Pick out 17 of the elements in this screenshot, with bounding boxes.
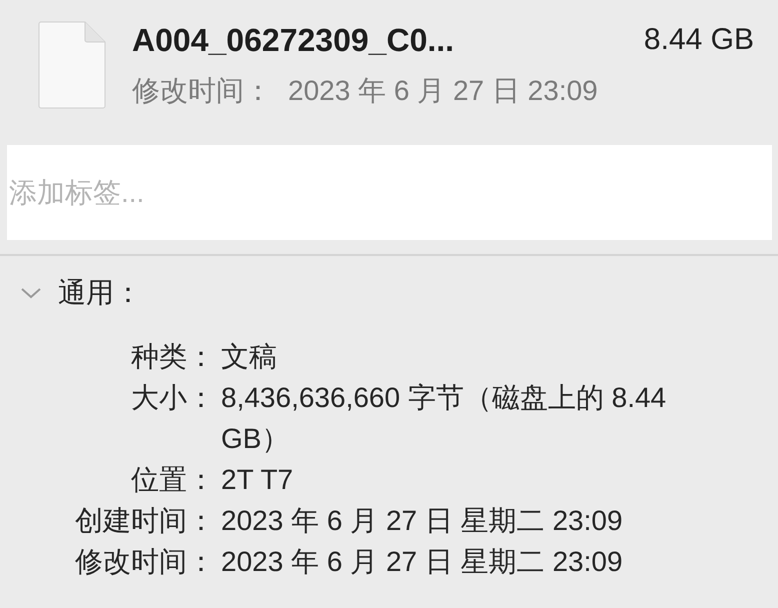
field-value: 文稿 bbox=[220, 340, 278, 374]
field-value: 2023 年 6 月 27 日 星期二 23:09 bbox=[220, 545, 624, 579]
file-name: A004_06272309_C0... bbox=[132, 21, 454, 60]
section-title: 通用： bbox=[58, 276, 142, 310]
modified-label: 修改时间： bbox=[132, 74, 272, 108]
tags-field[interactable]: 添加标签... bbox=[7, 145, 772, 240]
field-label: 修改时间： bbox=[74, 545, 215, 579]
field-label: 位置： bbox=[130, 463, 215, 497]
field-value: 2023 年 6 月 27 日 星期二 23:09 bbox=[220, 504, 624, 538]
field-label: 种类： bbox=[130, 340, 215, 374]
field-value: 2T T7 bbox=[220, 463, 294, 497]
modified-date: 2023 年 6 月 27 日 23:09 bbox=[288, 74, 598, 108]
document-icon bbox=[38, 20, 108, 110]
field-label: 创建时间： bbox=[74, 504, 215, 538]
field-value: 8,436,636,660 字节（磁盘上的 8.44 GB） bbox=[220, 381, 668, 456]
file-size: 8.44 GB bbox=[644, 22, 754, 58]
field-label: 大小： bbox=[130, 381, 215, 415]
